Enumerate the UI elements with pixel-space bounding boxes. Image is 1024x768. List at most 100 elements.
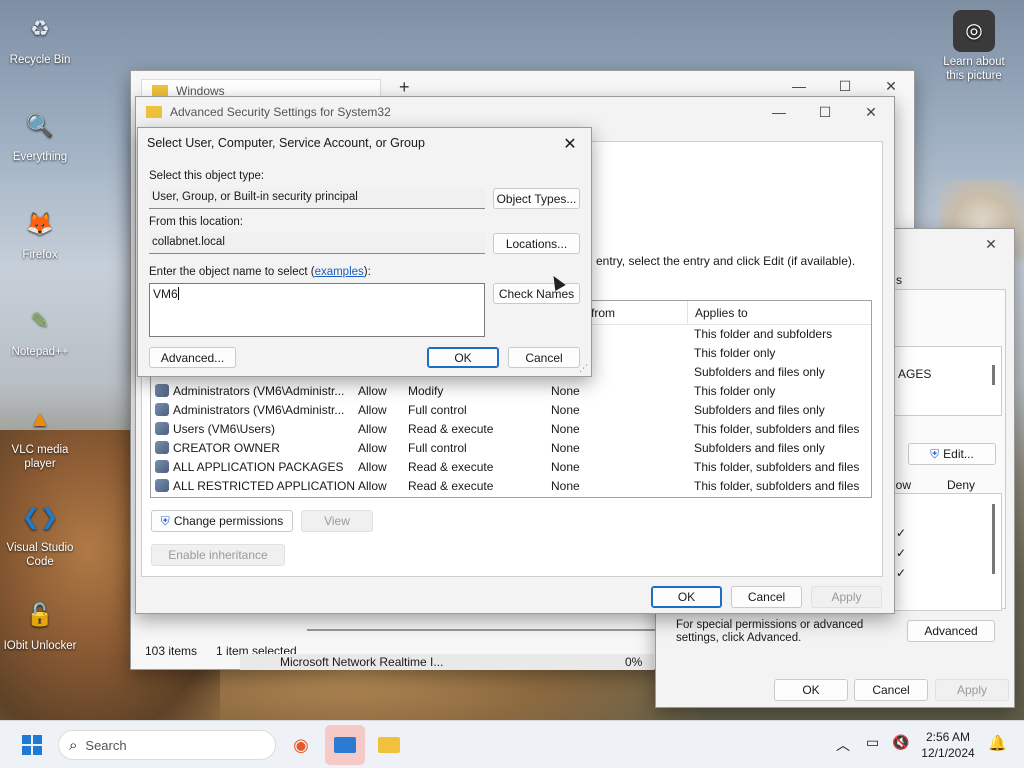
principal-name: Administrators (VM6\Administr... xyxy=(173,384,345,398)
firefox-taskbar-icon[interactable]: ◉ xyxy=(281,725,321,765)
learn-label: Learn about this picture xyxy=(943,56,1005,82)
desktop-icon-everything[interactable]: 🔍 Everything xyxy=(0,105,80,164)
cancel-button[interactable]: Cancel xyxy=(731,586,802,608)
desktop-icon-label: Recycle Bin xyxy=(9,54,71,66)
taskbar: ⌕ Search ◉ ︿ ▭ 🔇 2:56 AM 12/1/2024 🔔 xyxy=(0,720,1024,768)
chevron-up-icon[interactable]: ︿ xyxy=(836,735,850,755)
check-names-button[interactable]: Check Names xyxy=(493,283,580,304)
close-icon[interactable]: ✕ xyxy=(968,229,1014,259)
table-row[interactable]: ALL RESTRICTED APPLICATION ... Allow Read … xyxy=(151,477,871,496)
shield-icon: ⛨ xyxy=(930,446,940,461)
table-row[interactable]: Administrators (VM6\Administr... Allow Mod… xyxy=(151,382,871,401)
cell-applies-to: Subfolders and files only xyxy=(694,441,825,455)
change-permissions-button[interactable]: ⛨ Change permissions xyxy=(151,510,293,532)
learn-about-picture[interactable]: ◎ Learn about this picture xyxy=(934,10,1014,83)
resize-grip-icon[interactable]: ⋰ xyxy=(579,363,588,374)
new-tab-button[interactable]: + xyxy=(399,77,410,98)
cell-principal: CREATOR OWNER xyxy=(155,441,355,455)
object-name-input[interactable]: VM6 xyxy=(149,283,485,337)
clock[interactable]: 2:56 AM 12/1/2024 xyxy=(918,729,978,761)
cell-principal: ALL APPLICATION PACKAGES xyxy=(155,460,355,474)
advanced-button[interactable]: Advanced... xyxy=(149,347,236,368)
desktop-icon-visual-studio-code[interactable]: ❮❯ Visual Studio Code xyxy=(0,496,80,569)
column-applies-to[interactable]: Applies to xyxy=(695,306,748,320)
app-icon: 🦊 xyxy=(26,211,54,236)
user-group-icon xyxy=(155,403,169,416)
desktop-icon-vlc-media-player[interactable]: ▲ VLC media player xyxy=(0,398,80,471)
network-icon[interactable]: ▭ xyxy=(866,734,879,751)
principal-name: ALL APPLICATION PACKAGES xyxy=(173,460,344,474)
view-button[interactable]: View xyxy=(301,510,373,532)
location-field: collabnet.local xyxy=(149,233,485,254)
status-item-count: 103 items xyxy=(145,644,198,658)
cancel-button[interactable]: Cancel xyxy=(508,347,580,368)
select-user-dialog[interactable]: Select User, Computer, Service Account, … xyxy=(137,127,592,377)
cell-applies-to: This folder, subfolders and files xyxy=(694,479,860,493)
table-row[interactable]: CREATOR OWNER Allow Full control None Subfol… xyxy=(151,439,871,458)
ok-button[interactable]: OK xyxy=(651,586,722,608)
col-deny: Deny xyxy=(947,478,976,492)
desktop-icon-recycle-bin[interactable]: ♻ Recycle Bin xyxy=(0,8,80,67)
locations-button[interactable]: Locations... xyxy=(493,233,580,254)
principal-name: Users (VM6\Users) xyxy=(173,422,276,436)
maximize-icon[interactable]: ☐ xyxy=(802,97,848,127)
clock-date: 12/1/2024 xyxy=(921,746,975,760)
cell-principal: Administrators (VM6\Administr... xyxy=(155,403,355,417)
perm-scrollbar[interactable] xyxy=(992,504,995,574)
desktop-icon-label: Visual Studio Code xyxy=(6,542,74,568)
user-group-icon xyxy=(155,460,169,473)
table-row[interactable]: Users (VM6\Users) Allow Read & execute None… xyxy=(151,420,871,439)
cell-access: Allow xyxy=(358,460,387,474)
desktop-icon-iobit-unlocker[interactable]: 🔓 IObit Unlocker xyxy=(0,594,80,653)
advanced-hint: For special permissions or advanced sett… xyxy=(676,619,864,644)
object-type-label: Select this object type: xyxy=(149,170,265,182)
advanced-button[interactable]: Advanced xyxy=(907,620,995,642)
cell-applies-to: This folder, subfolders and files xyxy=(694,422,860,436)
cell-inherited: None xyxy=(551,403,580,417)
check-icon: ✓ xyxy=(896,526,907,540)
cell-access: Allow xyxy=(358,403,387,417)
examples-link[interactable]: examples xyxy=(315,266,364,278)
apply-button[interactable]: Apply xyxy=(935,679,1009,701)
app-icon: 🔍 xyxy=(26,113,54,138)
cell-permission: Read & execute xyxy=(408,422,494,436)
cell-applies-to: This folder, subfolders and files xyxy=(694,460,860,474)
list-item[interactable]: AGES xyxy=(898,367,931,381)
volume-muted-icon[interactable]: 🔇 xyxy=(892,734,909,751)
table-row[interactable]: Administrators (VM6\Administr... Allow Ful… xyxy=(151,401,871,420)
apply-button[interactable]: Apply xyxy=(811,586,882,608)
cancel-button[interactable]: Cancel xyxy=(854,679,928,701)
desktop-icon-firefox[interactable]: 🦊 Firefox xyxy=(0,203,80,262)
file-explorer-taskbar-icon[interactable] xyxy=(369,725,409,765)
ok-button[interactable]: OK xyxy=(774,679,848,701)
edit-button[interactable]: ⛨ Edit... xyxy=(908,443,996,465)
minimize-icon[interactable]: — xyxy=(756,97,802,127)
permission-list[interactable]: ✓ ✓ ✓ xyxy=(877,493,1002,611)
app-icon: ❮❯ xyxy=(21,504,59,529)
cell-permission: Full control xyxy=(408,441,467,455)
user-group-icon xyxy=(155,479,169,492)
explorer-bg-row: Microsoft Network Realtime I... 0% xyxy=(240,654,654,670)
object-types-button[interactable]: Object Types... xyxy=(493,188,580,209)
cell-access: Allow xyxy=(358,441,387,455)
list-scrollbar[interactable] xyxy=(992,365,995,385)
control-panel-taskbar-icon[interactable] xyxy=(325,725,365,765)
check-icon: ✓ xyxy=(896,546,907,560)
cell-access: Allow xyxy=(358,479,387,493)
close-icon[interactable]: ✕ xyxy=(557,132,583,156)
principal-list[interactable]: AGES xyxy=(877,346,1002,416)
location-label: From this location: xyxy=(149,216,243,228)
cell-principal: Administrators (VM6\Administr... xyxy=(155,384,355,398)
start-button[interactable] xyxy=(12,725,52,765)
enable-inheritance-button[interactable]: Enable inheritance xyxy=(151,544,285,566)
windows-logo-icon xyxy=(22,735,42,755)
table-row[interactable]: ALL APPLICATION PACKAGES Allow Read & exec… xyxy=(151,458,871,477)
search-box[interactable]: ⌕ Search xyxy=(58,730,276,760)
ok-button[interactable]: OK xyxy=(427,347,499,368)
cell-applies-to: This folder only xyxy=(694,384,776,398)
close-icon[interactable]: ✕ xyxy=(848,97,894,127)
cell-principal: Users (VM6\Users) xyxy=(155,422,355,436)
desktop-icon-notepad-[interactable]: ✎ Notepad++ xyxy=(0,300,80,359)
desktop-icon-label: VLC media player xyxy=(11,444,69,470)
notification-bell-icon[interactable]: 🔔 xyxy=(988,734,1007,752)
